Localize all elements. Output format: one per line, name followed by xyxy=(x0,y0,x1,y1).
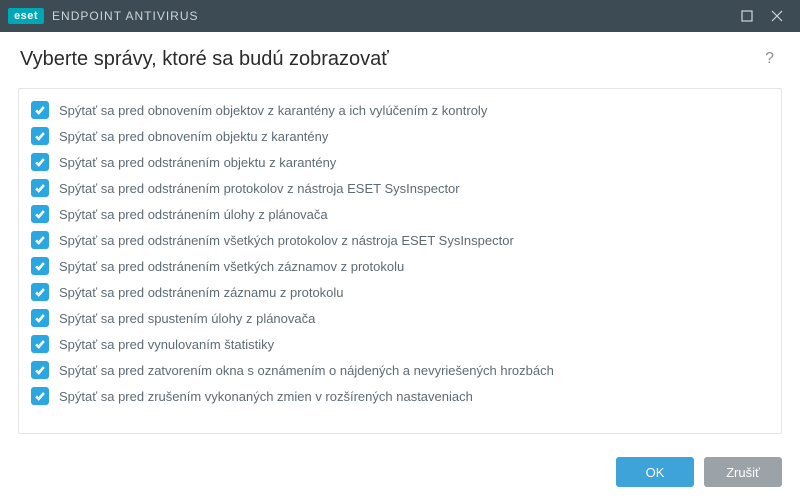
check-icon xyxy=(34,312,46,324)
list-item: Spýtať sa pred obnovením objektov z kara… xyxy=(29,97,775,123)
list-item-label: Spýtať sa pred odstránením protokolov z … xyxy=(59,181,460,196)
message-list-frame: Spýtať sa pred obnovením objektov z kara… xyxy=(18,88,782,434)
minimize-icon xyxy=(741,10,753,22)
checkbox[interactable] xyxy=(31,205,49,223)
dialog-footer: OK Zrušiť xyxy=(0,444,800,500)
list-item: Spýtať sa pred odstránením úlohy z pláno… xyxy=(29,201,775,227)
brand-badge: eset xyxy=(8,8,44,24)
check-icon xyxy=(34,364,46,376)
list-item-label: Spýtať sa pred zatvorením okna s oznámen… xyxy=(59,363,554,378)
list-item-label: Spýtať sa pred obnovením objektu z karan… xyxy=(59,129,328,144)
checkbox[interactable] xyxy=(31,153,49,171)
check-icon xyxy=(34,182,46,194)
list-item: Spýtať sa pred odstránením objektu z kar… xyxy=(29,149,775,175)
checkbox[interactable] xyxy=(31,257,49,275)
checkbox[interactable] xyxy=(31,309,49,327)
check-icon xyxy=(34,208,46,220)
list-item: Spýtať sa pred zatvorením okna s oznámen… xyxy=(29,357,775,383)
checkbox[interactable] xyxy=(31,179,49,197)
list-item-label: Spýtať sa pred vynulovaním štatistiky xyxy=(59,337,274,352)
list-item-label: Spýtať sa pred odstránením všetkých prot… xyxy=(59,233,514,248)
check-icon xyxy=(34,260,46,272)
help-button[interactable]: ? xyxy=(759,46,780,72)
checkbox[interactable] xyxy=(31,283,49,301)
window-close-button[interactable] xyxy=(762,0,792,32)
close-icon xyxy=(771,10,783,22)
brand-text: ENDPOINT ANTIVIRUS xyxy=(52,9,198,23)
dialog-title: Vyberte správy, ktoré sa budú zobrazovať xyxy=(20,48,389,71)
list-item: Spýtať sa pred zrušením vykonaných zmien… xyxy=(29,383,775,409)
checkbox[interactable] xyxy=(31,335,49,353)
check-icon xyxy=(34,156,46,168)
dialog-header: Vyberte správy, ktoré sa budú zobrazovať… xyxy=(0,32,800,82)
list-item: Spýtať sa pred odstránením všetkých zázn… xyxy=(29,253,775,279)
titlebar: eset ENDPOINT ANTIVIRUS xyxy=(0,0,800,32)
checkbox[interactable] xyxy=(31,361,49,379)
checkbox[interactable] xyxy=(31,127,49,145)
checkbox[interactable] xyxy=(31,101,49,119)
message-list-scroll[interactable]: Spýtať sa pred obnovením objektov z kara… xyxy=(19,89,781,433)
list-item: Spýtať sa pred obnovením objektu z karan… xyxy=(29,123,775,149)
list-item-label: Spýtať sa pred obnovením objektov z kara… xyxy=(59,103,487,118)
list-item-label: Spýtať sa pred odstránením úlohy z pláno… xyxy=(59,207,328,222)
check-icon xyxy=(34,130,46,142)
check-icon xyxy=(34,390,46,402)
list-item-label: Spýtať sa pred zrušením vykonaných zmien… xyxy=(59,389,473,404)
check-icon xyxy=(34,104,46,116)
list-item: Spýtať sa pred odstránením protokolov z … xyxy=(29,175,775,201)
checkbox[interactable] xyxy=(31,387,49,405)
list-item-label: Spýtať sa pred odstránením záznamu z pro… xyxy=(59,285,344,300)
list-item-label: Spýtať sa pred odstránením všetkých zázn… xyxy=(59,259,404,274)
list-item: Spýtať sa pred odstránením všetkých prot… xyxy=(29,227,775,253)
ok-button[interactable]: OK xyxy=(616,457,694,487)
cancel-button[interactable]: Zrušiť xyxy=(704,457,782,487)
list-item-label: Spýtať sa pred odstránením objektu z kar… xyxy=(59,155,336,170)
list-item: Spýtať sa pred spustením úlohy z plánova… xyxy=(29,305,775,331)
list-item: Spýtať sa pred odstránením záznamu z pro… xyxy=(29,279,775,305)
checkbox[interactable] xyxy=(31,231,49,249)
check-icon xyxy=(34,234,46,246)
check-icon xyxy=(34,338,46,350)
window-minimize-button[interactable] xyxy=(732,0,762,32)
list-item-label: Spýtať sa pred spustením úlohy z plánova… xyxy=(59,311,315,326)
list-item: Spýtať sa pred vynulovaním štatistiky xyxy=(29,331,775,357)
check-icon xyxy=(34,286,46,298)
